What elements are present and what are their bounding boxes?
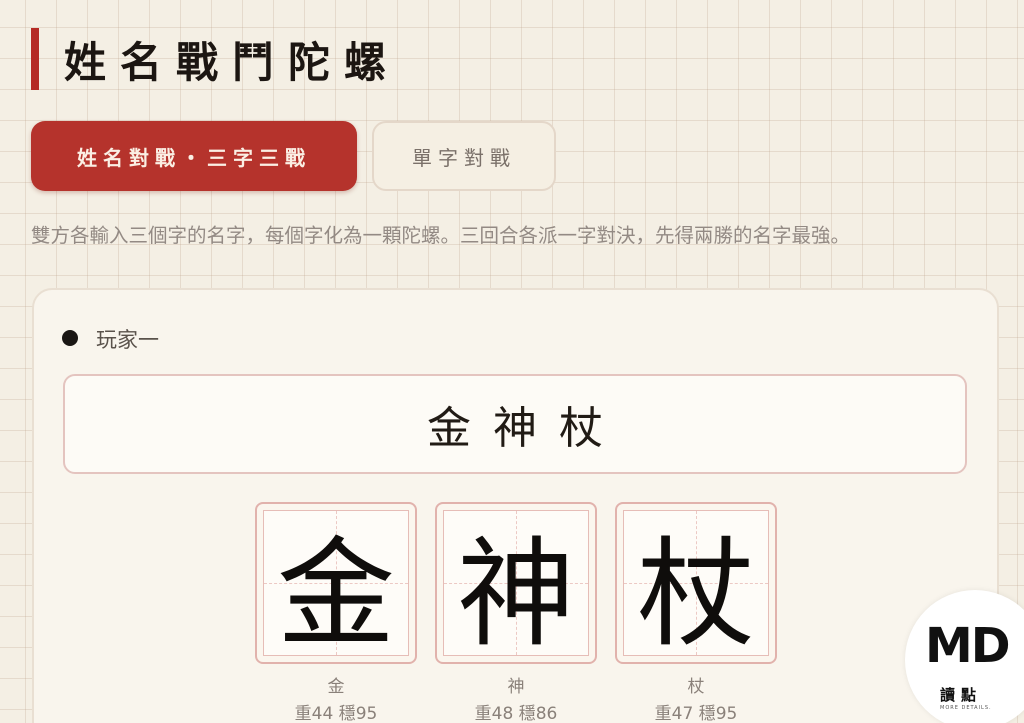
player-one-name-input[interactable] — [63, 374, 967, 474]
watermark-logo-chinese: 讀點 — [940, 686, 983, 704]
spinning-top-tile-3[interactable]: 杖 — [615, 502, 777, 664]
tile-char-label: 神 — [507, 677, 525, 697]
spinning-top-tile-2[interactable]: 神 — [435, 502, 597, 664]
player-indicator-dot — [62, 330, 78, 346]
title-accent-bar — [31, 28, 39, 90]
calligraphy-grid: 神 — [443, 510, 589, 656]
player-one-label: 玩家一 — [96, 328, 159, 352]
tile-glyph: 金 — [276, 524, 395, 656]
tile-char-label: 杖 — [687, 677, 705, 697]
rules-description: 雙方各輸入三個字的名字，每個字化為一顆陀螺。三回合各派一字對決，先得兩勝的名字最… — [31, 224, 851, 247]
tile-glyph: 杖 — [636, 524, 755, 656]
tab-name-battle-three[interactable]: 姓名對戰・三字三戰 — [31, 121, 357, 191]
tile-glyph: 神 — [456, 524, 575, 656]
tile-char-label: 金 — [327, 677, 345, 697]
watermark-logo-mark: MD — [925, 618, 1011, 674]
tile-stats: 重47 穩95 — [654, 704, 738, 723]
calligraphy-grid: 杖 — [623, 510, 769, 656]
tile-stats: 重48 穩86 — [474, 704, 558, 723]
spinning-top-tile-1[interactable]: 金 — [255, 502, 417, 664]
calligraphy-grid: 金 — [263, 510, 409, 656]
page-title: 姓名戰鬥陀螺 — [64, 37, 401, 87]
tile-stats: 重44 穩95 — [294, 704, 378, 723]
watermark-logo-tagline: MORE DETAILS. — [940, 705, 992, 711]
tab-single-char-battle[interactable]: 單字對戰 — [372, 121, 556, 191]
